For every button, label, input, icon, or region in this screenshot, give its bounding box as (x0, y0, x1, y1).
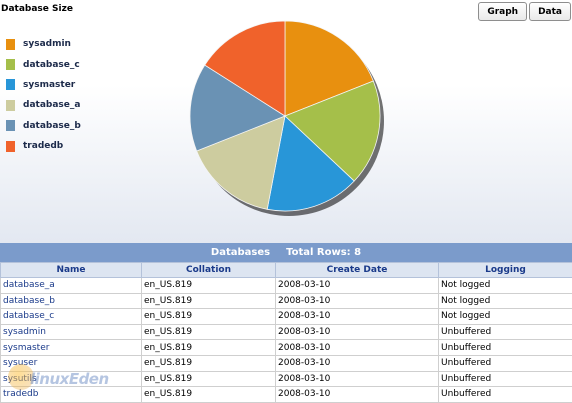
table-row: sysuseren_US.8192008-03-10Unbuffered (0, 354, 572, 372)
table-row: tradedb en_US.819 2008-03-10 Unbuffered (0, 386, 572, 403)
table-cell: en_US.819 (141, 386, 276, 403)
legend-label: sysadmin (23, 39, 71, 50)
legend-label: database_b (23, 120, 81, 131)
legend-swatch (6, 99, 15, 111)
table-cell: en_US.819 (141, 277, 276, 294)
table-cell: Not logged (438, 308, 572, 325)
table-cell: en_US.819 (141, 292, 276, 310)
legend-label: sysmaster (23, 79, 76, 90)
database-name-link[interactable]: database_c (0, 308, 142, 325)
view-toggle: Graph Data (478, 2, 571, 21)
table-cell: en_US.819 (141, 339, 276, 356)
chart-title: Database Size (1, 4, 73, 14)
table-cell: Unbuffered (438, 370, 572, 388)
column-header-name[interactable]: Name (0, 262, 142, 278)
table-header-row: Name Collation Create Date Logging (0, 262, 572, 278)
table-cell: en_US.819 (141, 308, 276, 325)
table-row: sysadmin en_US.819 2008-03-10 Unbuffered (0, 323, 572, 341)
legend-swatch (6, 120, 15, 132)
table-row: database_c en_US.819 2008-03-10 Not logged (0, 308, 572, 325)
table-cell: Unbuffered (438, 354, 572, 372)
legend-swatch (6, 59, 15, 71)
data-button[interactable]: Data (529, 2, 571, 21)
legend-item-sysadmin: sysadmin (6, 34, 81, 54)
chart-legend: sysadmin database_c sysmaster database_adat… (6, 34, 81, 156)
legend-item-tradedb: tradedb (6, 136, 81, 156)
column-header-logging[interactable]: Logging (438, 262, 572, 278)
legend-label: database_a (23, 100, 81, 111)
table-row: sysmaster en_US.819 2008-03-10 Unbuffered (0, 339, 572, 356)
table-caption-bar: Databases Total Rows: 8 (0, 243, 572, 262)
table-cell: en_US.819 (141, 370, 276, 388)
legend-item-database_a: database_a (6, 95, 81, 115)
table-cell: 2008-03-10 (275, 339, 439, 356)
database-name-link[interactable]: sysadmin (0, 323, 142, 341)
column-header-collation[interactable]: Collation (141, 262, 276, 278)
database-name-link[interactable]: database_b (0, 292, 142, 310)
legend-swatch (6, 140, 15, 152)
table-cell: en_US.819 (141, 323, 276, 341)
table-cell: Not logged (438, 277, 572, 294)
table-cell: 2008-03-10 (275, 292, 439, 310)
legend-swatch (6, 79, 15, 91)
chart-panel: Database Size Graph Data sysadmin databas… (0, 0, 572, 243)
legend-item-database_b: database_b (6, 116, 81, 136)
table-cell: 2008-03-10 (275, 386, 439, 403)
watermark: linuxEden (30, 370, 109, 388)
table-row: database_a en_US.819 2008-03-10 Not logged (0, 277, 572, 294)
table-cell: 2008-03-10 (275, 277, 439, 294)
legend-item-database_c: database_c (6, 54, 81, 74)
table-cell: Unbuffered (438, 339, 572, 356)
table-cell: 2008-03-10 (275, 308, 439, 325)
legend-swatch (6, 38, 15, 50)
table-caption: Databases (210, 247, 271, 258)
table-cell: Unbuffered (438, 323, 572, 341)
table-cell: Unbuffered (438, 386, 572, 403)
pie-chart (189, 20, 384, 216)
table-row: database_b en_US.819 2008-03-10 Not logged (0, 292, 572, 310)
legend-label: database_c (23, 59, 80, 70)
legend-item-sysmaster: sysmaster (6, 75, 81, 95)
database-name-link[interactable]: sysmaster (0, 339, 142, 356)
database-name-link[interactable]: database_a (0, 277, 142, 294)
total-rows-label: Total Rows: 8 (286, 247, 362, 258)
column-header-create-date[interactable]: Create Date (275, 262, 439, 278)
graph-button[interactable]: Graph (478, 2, 528, 21)
table-cell: 2008-03-10 (275, 370, 439, 388)
table-cell: Not logged (438, 292, 572, 310)
table-cell: 2008-03-10 (275, 354, 439, 372)
legend-label: tradedb (23, 141, 64, 152)
table-cell: en_US.819 (141, 354, 276, 372)
table-cell: 2008-03-10 (275, 323, 439, 341)
